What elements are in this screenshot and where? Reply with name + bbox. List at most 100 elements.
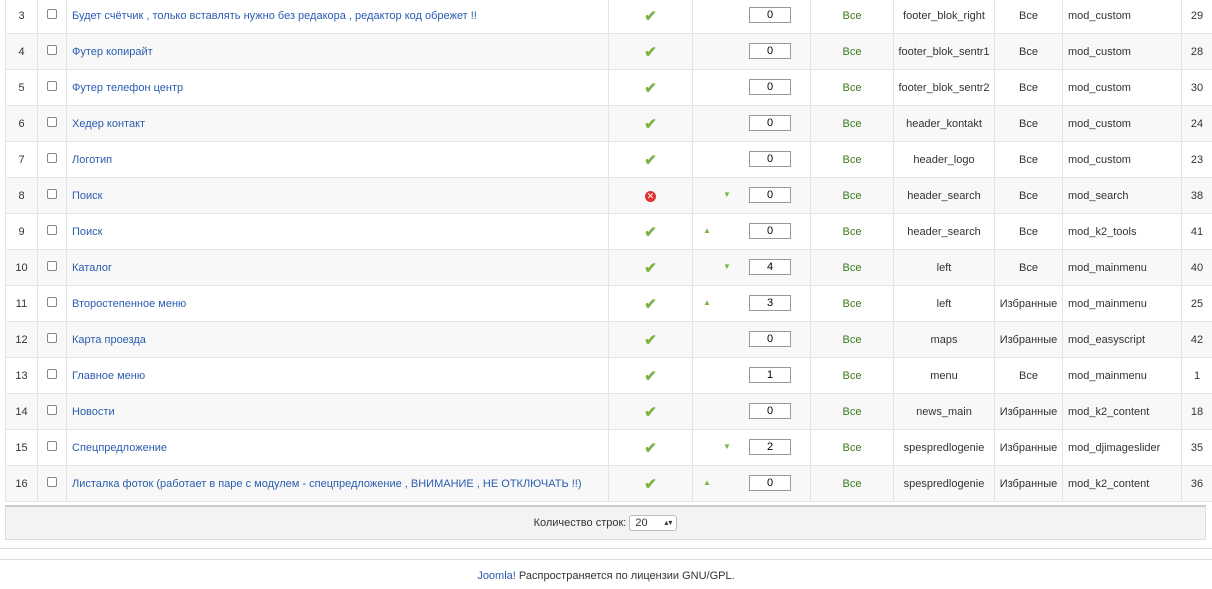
table-row: 7 Логотип ✔ Все header_logo Все mod_cust…	[5, 141, 1212, 178]
unpublished-x-icon[interactable]: ✕	[645, 190, 656, 202]
order-cell	[692, 321, 811, 358]
module-title-link[interactable]: Второстепенное меню	[72, 298, 186, 310]
row-checkbox[interactable]	[47, 297, 57, 307]
module-title-link[interactable]: Каталог	[72, 262, 112, 274]
order-input[interactable]	[749, 115, 791, 131]
module-title-link[interactable]: Главное меню	[72, 370, 145, 382]
module-title-link[interactable]: Поиск	[72, 190, 102, 202]
table-row: 16 Листалка фоток (работает в паре с мод…	[5, 465, 1212, 502]
type-cell: mod_k2_tools	[1062, 213, 1182, 250]
row-checkbox[interactable]	[47, 45, 57, 55]
published-check-icon[interactable]: ✔	[644, 296, 657, 313]
row-checkbox[interactable]	[47, 261, 57, 271]
order-input[interactable]	[749, 331, 791, 347]
row-checkbox[interactable]	[47, 333, 57, 343]
status-cell: ✔	[608, 285, 693, 322]
access-cell: Избранные	[994, 465, 1063, 502]
type-cell: mod_search	[1062, 177, 1182, 214]
id-cell: 1	[1181, 357, 1212, 394]
module-title-link[interactable]: Спецпредложение	[72, 442, 167, 454]
status-cell: ✔	[608, 105, 693, 142]
position-cell: header_search	[893, 213, 995, 250]
pages-cell: Все	[810, 321, 894, 358]
table-row: 3 Будет счётчик , только вставлять нужно…	[5, 0, 1212, 34]
order-input[interactable]	[749, 151, 791, 167]
status-cell: ✔	[608, 213, 693, 250]
module-title-link[interactable]: Будет счётчик , только вставлять нужно б…	[72, 10, 477, 22]
id-cell: 18	[1181, 393, 1212, 430]
order-input[interactable]	[749, 439, 791, 455]
module-title-link[interactable]: Логотип	[72, 154, 112, 166]
published-check-icon[interactable]: ✔	[644, 116, 657, 133]
published-check-icon[interactable]: ✔	[644, 224, 657, 241]
row-checkbox[interactable]	[47, 441, 57, 451]
published-check-icon[interactable]: ✔	[644, 80, 657, 97]
published-check-icon[interactable]: ✔	[644, 8, 657, 25]
order-input[interactable]	[749, 223, 791, 239]
order-input[interactable]	[749, 43, 791, 59]
pages-cell: Все	[810, 69, 894, 106]
move-up-arrow-icon[interactable]: ▲	[703, 298, 711, 307]
type-cell: mod_mainmenu	[1062, 357, 1182, 394]
order-cell	[692, 69, 811, 106]
row-number: 12	[5, 321, 38, 358]
order-input[interactable]	[749, 367, 791, 383]
module-title-link[interactable]: Новости	[72, 406, 115, 418]
row-checkbox[interactable]	[47, 9, 57, 19]
published-check-icon[interactable]: ✔	[644, 44, 657, 61]
access-cell: Избранные	[994, 321, 1063, 358]
published-check-icon[interactable]: ✔	[644, 152, 657, 169]
row-checkbox[interactable]	[47, 369, 57, 379]
row-number: 13	[5, 357, 38, 394]
position-cell: spespredlogenie	[893, 429, 995, 466]
module-title-link[interactable]: Карта проезда	[72, 334, 146, 346]
rows-count-select[interactable]: 20 ▴▾	[629, 515, 678, 532]
module-title-link[interactable]: Листалка фоток (работает в паре с модуле…	[72, 478, 582, 490]
rows-count-label: Количество строк:	[533, 517, 627, 529]
joomla-link[interactable]: Joomla!	[477, 570, 516, 582]
published-check-icon[interactable]: ✔	[644, 440, 657, 457]
move-down-arrow-icon[interactable]: ▼	[723, 190, 731, 199]
row-checkbox[interactable]	[47, 477, 57, 487]
id-cell: 30	[1181, 69, 1212, 106]
order-input[interactable]	[749, 295, 791, 311]
row-checkbox[interactable]	[47, 189, 57, 199]
row-checkbox[interactable]	[47, 405, 57, 415]
pages-cell: Все	[810, 105, 894, 142]
move-up-arrow-icon[interactable]: ▲	[703, 226, 711, 235]
type-cell: mod_easyscript	[1062, 321, 1182, 358]
order-input[interactable]	[749, 187, 791, 203]
published-check-icon[interactable]: ✔	[644, 476, 657, 493]
row-number: 6	[5, 105, 38, 142]
order-input[interactable]	[749, 79, 791, 95]
row-checkbox[interactable]	[47, 117, 57, 127]
published-check-icon[interactable]: ✔	[644, 404, 657, 421]
position-cell: header_logo	[893, 141, 995, 178]
row-number: 7	[5, 141, 38, 178]
module-title-link[interactable]: Хедер контакт	[72, 118, 145, 130]
row-checkbox[interactable]	[47, 81, 57, 91]
select-arrows-icon: ▴▾	[664, 518, 673, 528]
move-up-arrow-icon[interactable]: ▲	[703, 478, 711, 487]
row-number: 11	[5, 285, 38, 322]
status-cell: ✔	[608, 141, 693, 178]
module-title-link[interactable]: Футер копирайт	[72, 46, 153, 58]
module-title-link[interactable]: Поиск	[72, 226, 102, 238]
published-check-icon[interactable]: ✔	[644, 368, 657, 385]
order-input[interactable]	[749, 7, 791, 23]
row-checkbox[interactable]	[47, 153, 57, 163]
published-check-icon[interactable]: ✔	[644, 260, 657, 277]
status-cell: ✕	[608, 177, 693, 214]
order-input[interactable]	[749, 259, 791, 275]
order-cell: ▲	[692, 465, 811, 502]
divider	[0, 559, 1212, 560]
order-input[interactable]	[749, 403, 791, 419]
order-cell: ▲	[692, 285, 811, 322]
access-cell: Все	[994, 213, 1063, 250]
row-checkbox[interactable]	[47, 225, 57, 235]
move-down-arrow-icon[interactable]: ▼	[723, 262, 731, 271]
published-check-icon[interactable]: ✔	[644, 332, 657, 349]
move-down-arrow-icon[interactable]: ▼	[723, 442, 731, 451]
order-input[interactable]	[749, 475, 791, 491]
module-title-link[interactable]: Футер телефон центр	[72, 82, 183, 94]
